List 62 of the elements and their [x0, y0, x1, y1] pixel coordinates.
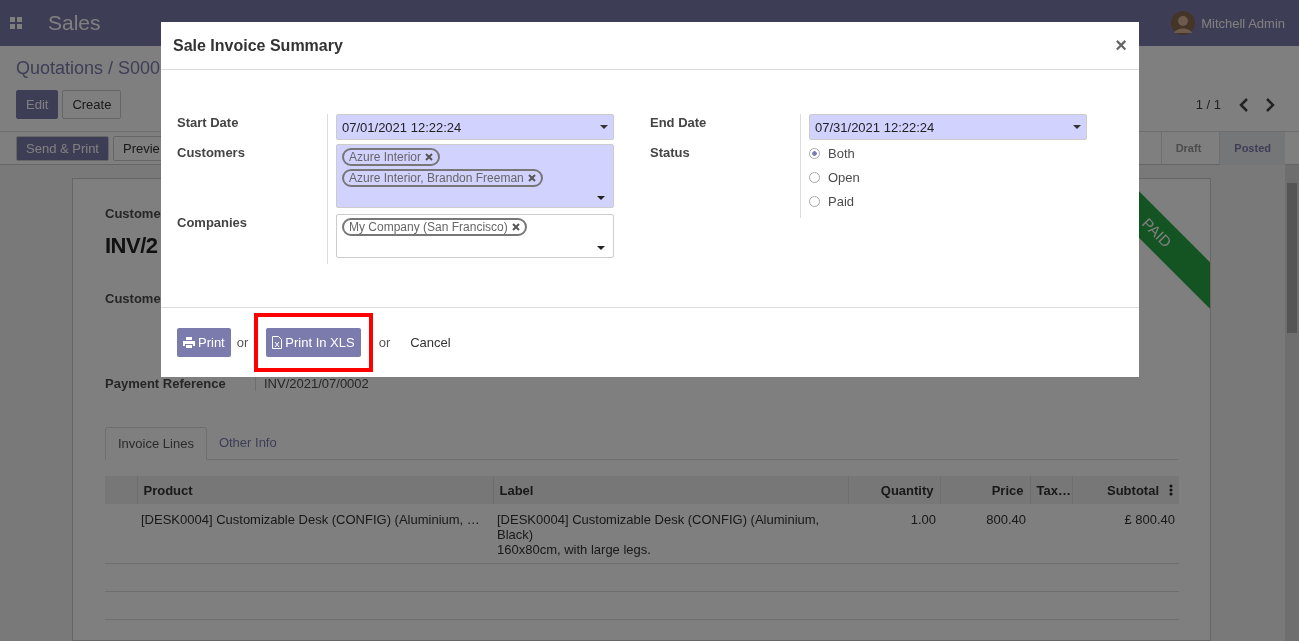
tab[interactable]: Invoice Lines	[105, 427, 207, 460]
remove-icon[interactable]	[425, 153, 434, 161]
remove-icon[interactable]	[527, 174, 536, 182]
field-label: Custome	[105, 206, 161, 221]
table-cell: [DESK0004] Customizable Desk (CONFIG) (Aluminium, Black) 160x80cm, with large legs.	[497, 512, 820, 557]
separator-text: or	[236, 335, 249, 350]
tag: Azure Interior	[342, 148, 441, 166]
printer-icon	[183, 337, 195, 348]
field-label: Companies	[177, 215, 248, 230]
tag: Azure Interior, Brandon Freeman	[342, 169, 543, 187]
field-label: End Date	[650, 115, 707, 130]
tab[interactable]: Other Info	[206, 427, 289, 460]
print-button[interactable]: Print	[177, 328, 231, 357]
next-icon[interactable]	[1265, 97, 1275, 112]
close-button[interactable]: ×	[1115, 34, 1127, 57]
field-label: Start Date	[177, 115, 239, 130]
radio-button[interactable]	[809, 148, 820, 159]
tags-field[interactable]: My Company (San Francisco)	[336, 214, 614, 258]
column-header[interactable]: Quantity	[848, 476, 940, 504]
table-cell: 1.00	[910, 512, 936, 527]
app-name[interactable]: Sales	[48, 11, 101, 35]
date-field[interactable]: 07/01/2021 12:22:24	[336, 114, 614, 140]
apps-icon[interactable]	[10, 17, 22, 29]
column-header[interactable]: Tax…	[1030, 476, 1072, 504]
radio-label[interactable]: Open	[828, 170, 860, 185]
date-field[interactable]: 07/31/2021 12:22:24	[809, 114, 1087, 140]
column-header[interactable]: Label	[493, 476, 848, 504]
spreadsheet-file-icon	[272, 336, 283, 349]
cancel-link[interactable]: Cancel	[410, 335, 451, 350]
caret-icon	[597, 196, 605, 200]
field-label: Customers	[177, 145, 245, 160]
table-cell: 800.40	[986, 512, 1026, 527]
pager-value: 1 / 1	[1195, 97, 1221, 112]
more-options-icon[interactable]	[1169, 483, 1173, 496]
print-button[interactable]: Print In XLS	[266, 328, 361, 357]
scrollbar[interactable]	[1285, 165, 1299, 641]
action-button[interactable]: Send & Print	[16, 135, 109, 161]
toolbar-button[interactable]: Create	[62, 90, 122, 119]
field-label: Status	[650, 145, 690, 160]
dialog-title: Sale Invoice Summary	[173, 36, 344, 55]
table-cell: [DESK0004] Customizable Desk (CONFIG) (Aluminium, …	[141, 512, 480, 527]
caret-icon	[1073, 125, 1081, 129]
column-header[interactable]: Price	[940, 476, 1030, 504]
tag: My Company (San Francisco)	[342, 218, 527, 236]
column-header[interactable]: Subtotal	[1072, 476, 1179, 504]
toolbar-button[interactable]: Edit	[16, 90, 59, 119]
remove-icon[interactable]	[511, 223, 520, 231]
caret-icon	[600, 125, 608, 129]
caret-icon	[597, 246, 605, 250]
table-cell: £ 800.40	[1124, 512, 1175, 527]
breadcrumb: Quotations / S000	[16, 58, 161, 78]
invoice-number: INV/2	[105, 233, 158, 258]
column-header[interactable]: Product	[137, 476, 493, 504]
radio-label[interactable]: Both	[828, 146, 855, 161]
user-name[interactable]: Mitchell Admin	[1201, 15, 1285, 31]
previous-icon[interactable]	[1239, 97, 1249, 112]
status-stage[interactable]: Posted	[1219, 131, 1285, 165]
field-value: INV/2021/07/0002	[264, 376, 369, 391]
field-label: Custome	[105, 291, 161, 306]
radio-label[interactable]: Paid	[828, 194, 855, 209]
tags-field[interactable]: Azure Interior Azure Interior, Brandon Freeman	[336, 144, 614, 208]
separator-text: or	[378, 335, 391, 350]
